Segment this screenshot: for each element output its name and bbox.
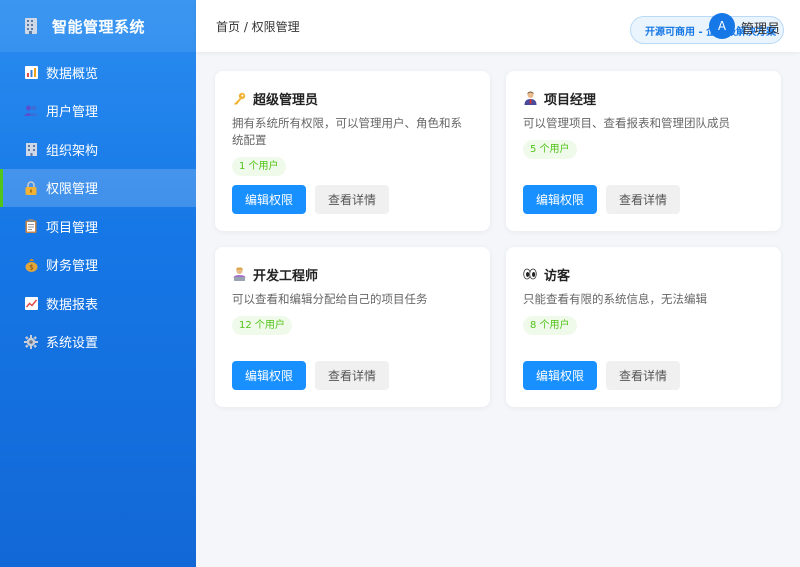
- sidebar-item-organization[interactable]: 组织架构: [0, 130, 196, 169]
- sidebar-item-settings[interactable]: 系统设置: [0, 323, 196, 362]
- sidebar: 智能管理系统 数据概览 用户管理 组织架构 权限管理 项目管理 $ 财务管理 数…: [0, 0, 196, 567]
- sidebar-item-label: 财务管理: [46, 259, 99, 275]
- sidebar-item-reports[interactable]: 数据报表: [0, 284, 196, 323]
- role-card-visitor: 访客 只能查看有限的系统信息，无法编辑 8 个用户 编辑权限 查看详情: [506, 247, 781, 407]
- view-details-button[interactable]: 查看详情: [606, 185, 681, 214]
- user-name[interactable]: 管理员: [741, 18, 780, 37]
- avatar[interactable]: A: [709, 13, 735, 39]
- user-count-badge: 1 个用户: [232, 157, 286, 176]
- role-card-project-manager: 项目经理 可以管理项目、查看报表和管理团队成员 5 个用户 编辑权限 查看详情: [506, 71, 781, 231]
- sidebar-item-label: 权限管理: [46, 182, 99, 198]
- trend-chart-icon: [24, 296, 38, 310]
- sidebar-item-label: 系统设置: [46, 336, 99, 352]
- office-icon: [24, 142, 38, 156]
- edit-permissions-button[interactable]: 编辑权限: [523, 361, 598, 390]
- role-title: 超级管理员: [253, 92, 319, 108]
- sidebar-item-label: 数据报表: [46, 297, 99, 313]
- role-card-developer: 开发工程师 可以查看和编辑分配给自己的项目任务 12 个用户 编辑权限 查看详情: [215, 247, 490, 407]
- role-card-super-admin: 超级管理员 拥有系统所有权限，可以管理用户、角色和系统配置 1 个用户 编辑权限…: [215, 71, 490, 231]
- role-title: 项目经理: [544, 92, 597, 108]
- role-title: 访客: [544, 268, 571, 284]
- sidebar-item-permissions[interactable]: 权限管理: [0, 168, 196, 207]
- breadcrumb: 首页 / 权限管理: [216, 19, 300, 34]
- role-description: 可以查看和编辑分配给自己的项目任务: [232, 292, 428, 306]
- sidebar-item-label: 数据概览: [46, 66, 99, 82]
- role-title: 开发工程师: [253, 268, 319, 284]
- sidebar-item-finance[interactable]: $ 财务管理: [0, 246, 196, 285]
- sidebar-item-label: 用户管理: [46, 105, 99, 121]
- view-details-button[interactable]: 查看详情: [315, 185, 390, 214]
- card-actions: 编辑权限 查看详情: [523, 185, 681, 214]
- key-icon: [232, 91, 246, 105]
- edit-permissions-button[interactable]: 编辑权限: [523, 185, 598, 214]
- top-bar: 首页 / 权限管理 开源可商用 - 企业级解决方案 A 管理员: [196, 0, 800, 52]
- money-bag-icon: $: [24, 258, 38, 272]
- sidebar-item-label: 项目管理: [46, 220, 99, 236]
- manager-icon: [523, 91, 537, 105]
- card-title: 项目经理: [523, 89, 764, 108]
- view-details-button[interactable]: 查看详情: [315, 361, 390, 390]
- role-description: 可以管理项目、查看报表和管理团队成员: [523, 116, 730, 130]
- edit-permissions-button[interactable]: 编辑权限: [232, 185, 307, 214]
- eyes-icon: [523, 267, 537, 281]
- card-title: 超级管理员: [232, 89, 473, 108]
- card-actions: 编辑权限 查看详情: [232, 361, 390, 390]
- svg-text:$: $: [29, 263, 33, 271]
- role-description: 拥有系统所有权限，可以管理用户、角色和系统配置: [232, 116, 462, 147]
- developer-icon: [232, 267, 246, 281]
- sidebar-item-users[interactable]: 用户管理: [0, 92, 196, 131]
- sidebar-item-overview[interactable]: 数据概览: [0, 53, 196, 92]
- user-count-badge: 8 个用户: [523, 316, 577, 335]
- users-icon: [24, 104, 38, 118]
- card-title: 访客: [523, 265, 764, 284]
- sidebar-item-projects[interactable]: 项目管理: [0, 207, 196, 246]
- card-actions: 编辑权限 查看详情: [232, 185, 390, 214]
- user-count-badge: 5 个用户: [523, 140, 577, 159]
- edit-permissions-button[interactable]: 编辑权限: [232, 361, 307, 390]
- sidebar-item-label: 组织架构: [46, 143, 99, 159]
- app-title: 智能管理系统: [52, 17, 146, 36]
- role-description: 只能查看有限的系统信息，无法编辑: [523, 292, 707, 306]
- card-actions: 编辑权限 查看详情: [523, 361, 681, 390]
- user-count-badge: 12 个用户: [232, 316, 292, 335]
- clipboard-icon: [24, 219, 38, 234]
- view-details-button[interactable]: 查看详情: [606, 361, 681, 390]
- gear-icon: [24, 334, 38, 349]
- sidebar-nav: 数据概览 用户管理 组织架构 权限管理 项目管理 $ 财务管理 数据报表 系统设: [0, 53, 196, 361]
- lock-icon: [24, 181, 38, 195]
- chart-icon: [24, 65, 38, 79]
- card-title: 开发工程师: [232, 265, 473, 284]
- brand: 智能管理系统: [0, 0, 196, 52]
- building-icon: [22, 17, 40, 35]
